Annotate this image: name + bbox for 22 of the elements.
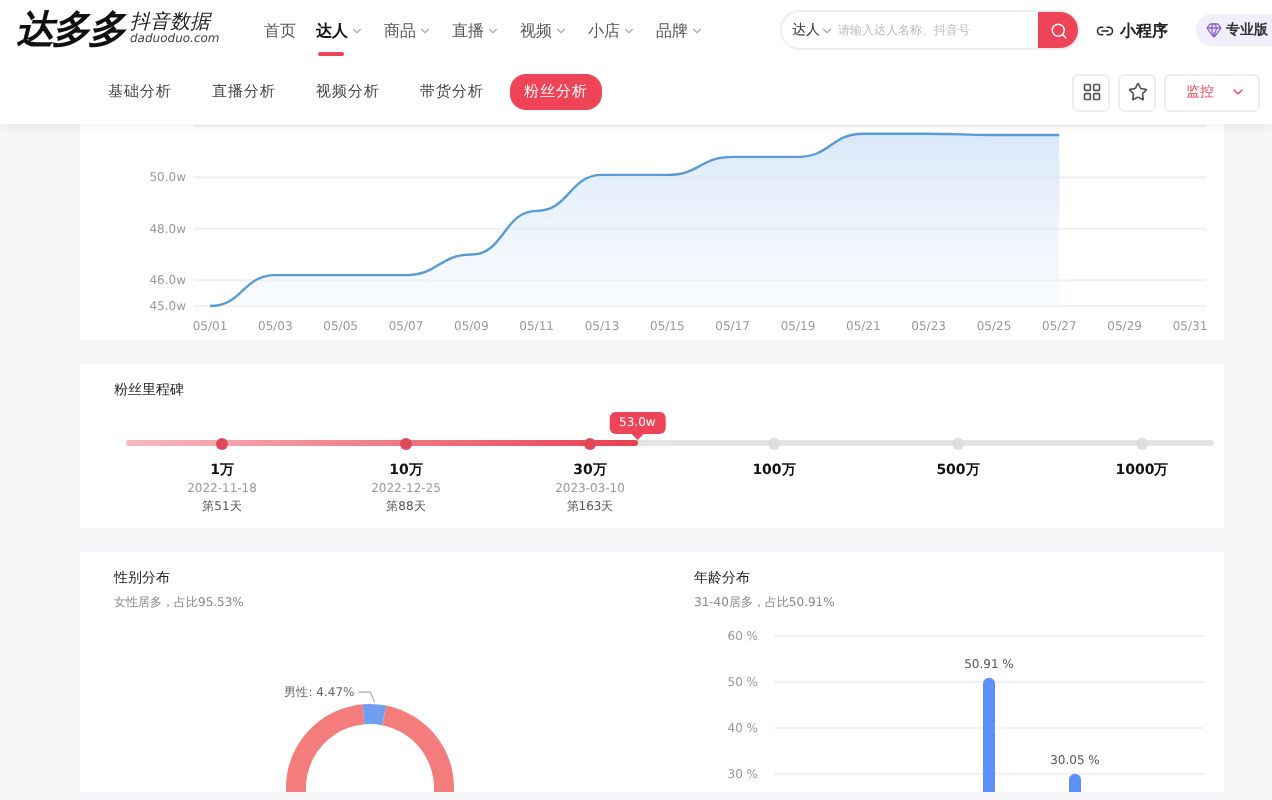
- age-bar: [983, 677, 995, 792]
- caret-icon: [820, 23, 834, 37]
- star-icon: [1127, 82, 1147, 102]
- nav-item[interactable]: 商品: [384, 0, 432, 60]
- grid-button[interactable]: [1072, 73, 1110, 111]
- grid-icon: [1081, 82, 1101, 102]
- nav-item[interactable]: 视频: [520, 0, 568, 60]
- favorite-button[interactable]: [1118, 73, 1156, 111]
- link-icon: [1096, 21, 1114, 39]
- caret-icon: [1230, 84, 1246, 100]
- logo-text[interactable]: 达多多: [16, 4, 124, 56]
- nav-item[interactable]: 直播: [452, 0, 500, 60]
- search-icon: [1049, 21, 1067, 39]
- nav-item[interactable]: 品牌: [656, 0, 704, 60]
- nav-item[interactable]: 首页: [264, 0, 296, 60]
- leader-line: [357, 691, 376, 703]
- logo-tagline: 抖音数据: [130, 14, 212, 34]
- nav-item[interactable]: 小店: [588, 0, 636, 60]
- search-button[interactable]: [1038, 12, 1078, 48]
- mini-program-link[interactable]: 小程序: [1096, 19, 1168, 41]
- gem-icon: [1206, 22, 1222, 38]
- nav-item[interactable]: 达人: [316, 0, 364, 60]
